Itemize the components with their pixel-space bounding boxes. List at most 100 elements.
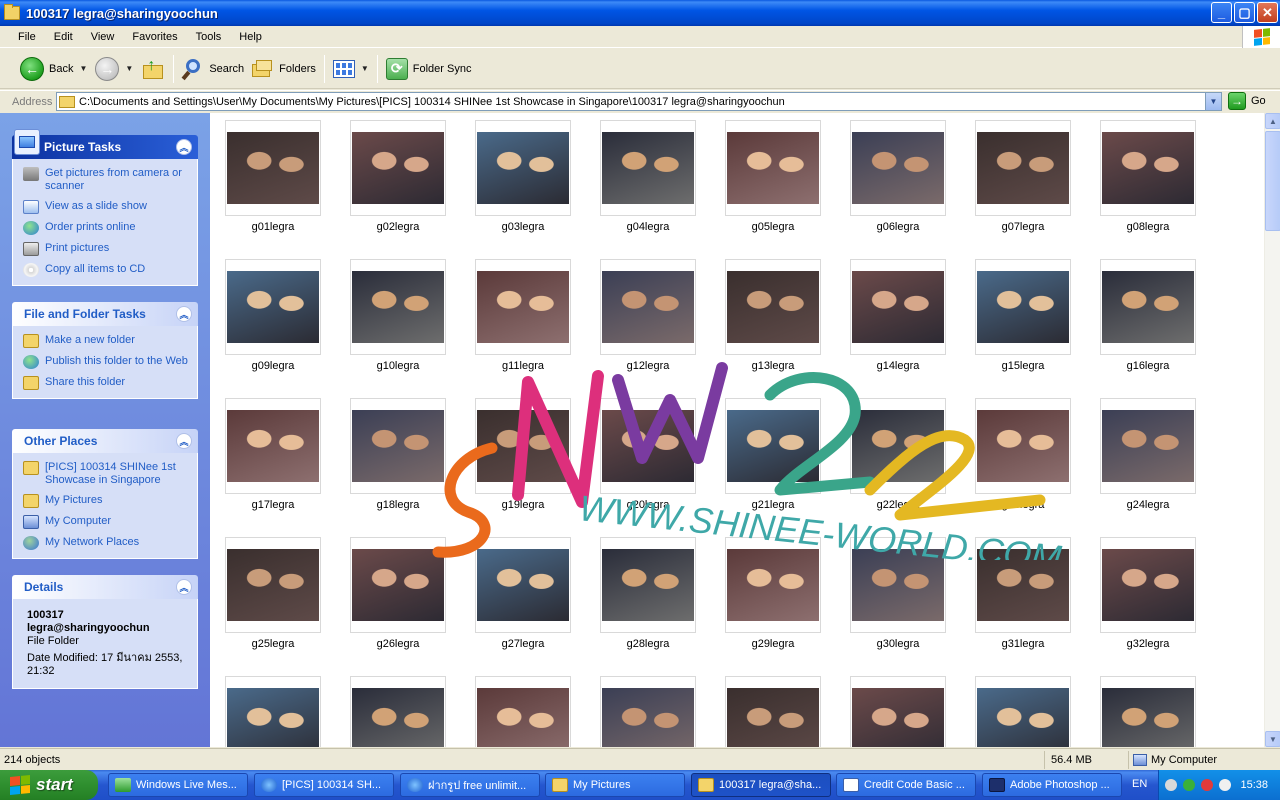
file-thumbnail[interactable] — [225, 537, 321, 633]
taskbar-item-current-folder[interactable]: 100317 legra@sha... — [691, 773, 831, 797]
chevron-down-icon[interactable]: ▼ — [125, 64, 133, 73]
file-name[interactable]: g06legra — [838, 221, 958, 233]
collapse-chevron-icon[interactable]: ︽ — [176, 306, 192, 322]
file-name[interactable]: g03legra — [463, 221, 583, 233]
chevron-down-icon[interactable]: ▼ — [79, 64, 87, 73]
file-thumbnail[interactable] — [600, 537, 696, 633]
minimize-button[interactable]: _ — [1211, 2, 1232, 23]
file-thumbnail[interactable] — [850, 120, 946, 216]
task-slide-show[interactable]: View as a slide show — [23, 200, 191, 214]
file-name[interactable]: g25legra — [213, 638, 333, 650]
taskbar-item-credit-code[interactable]: Credit Code Basic ... — [836, 773, 976, 797]
menu-favorites[interactable]: Favorites — [123, 26, 186, 48]
file-name[interactable]: g15legra — [963, 360, 1083, 372]
views-button[interactable]: ▼ — [329, 52, 373, 86]
file-thumbnail[interactable] — [975, 120, 1071, 216]
file-name[interactable]: g09legra — [213, 360, 333, 372]
clock[interactable]: 15:38 — [1240, 779, 1268, 791]
place-my-computer[interactable]: My Computer — [23, 515, 191, 529]
task-copy-cd[interactable]: Copy all items to CD — [23, 263, 191, 277]
volume-icon[interactable] — [1219, 779, 1231, 791]
address-path[interactable]: C:\Documents and Settings\User\My Docume… — [79, 96, 1205, 108]
task-print-pictures[interactable]: Print pictures — [23, 242, 191, 256]
file-name[interactable]: g16legra — [1088, 360, 1208, 372]
file-name[interactable]: g13legra — [713, 360, 833, 372]
tray-icon[interactable] — [1183, 779, 1195, 791]
file-name[interactable]: g11legra — [463, 360, 583, 372]
scroll-thumb[interactable] — [1265, 131, 1280, 231]
file-thumbnail[interactable] — [975, 676, 1071, 747]
file-view[interactable]: g01legra g02legra g03legra g04legra g05legra… — [210, 113, 1264, 747]
file-thumbnail[interactable] — [600, 676, 696, 747]
file-name[interactable]: g23legra — [963, 499, 1083, 511]
file-thumbnail[interactable] — [600, 120, 696, 216]
folders-button[interactable]: Folders — [248, 52, 320, 86]
file-thumbnail[interactable] — [850, 537, 946, 633]
back-button[interactable]: ← Back ▼ — [16, 52, 91, 86]
file-name[interactable]: g19legra — [463, 499, 583, 511]
vertical-scrollbar[interactable]: ▲ ▼ — [1264, 113, 1280, 747]
file-name[interactable]: g07legra — [963, 221, 1083, 233]
file-thumbnail[interactable] — [225, 676, 321, 747]
file-thumbnail[interactable] — [725, 398, 821, 494]
file-thumbnail[interactable] — [475, 537, 571, 633]
file-thumbnail[interactable] — [225, 120, 321, 216]
file-name[interactable]: g24legra — [1088, 499, 1208, 511]
file-name[interactable]: g01legra — [213, 221, 333, 233]
task-order-prints[interactable]: Order prints online — [23, 221, 191, 235]
taskbar-item-ie-pics[interactable]: [PICS] 100314 SH... — [254, 773, 394, 797]
file-thumbnail[interactable] — [350, 676, 446, 747]
file-name[interactable]: g21legra — [713, 499, 833, 511]
file-thumbnail[interactable] — [1100, 398, 1196, 494]
file-thumbnail[interactable] — [725, 676, 821, 747]
file-name[interactable]: g26legra — [338, 638, 458, 650]
file-name[interactable]: g30legra — [838, 638, 958, 650]
file-thumbnail[interactable] — [975, 537, 1071, 633]
file-name[interactable]: g28legra — [588, 638, 708, 650]
file-thumbnail[interactable] — [850, 398, 946, 494]
task-new-folder[interactable]: Make a new folder — [23, 334, 191, 348]
collapse-chevron-icon[interactable]: ︽ — [176, 579, 192, 595]
maximize-button[interactable]: ▢ — [1234, 2, 1255, 23]
address-input[interactable]: C:\Documents and Settings\User\My Docume… — [56, 92, 1222, 111]
taskbar-item-my-pictures[interactable]: My Pictures — [545, 773, 685, 797]
task-get-pictures[interactable]: Get pictures from camera or scanner — [23, 167, 191, 193]
tray-icon[interactable] — [1201, 779, 1213, 791]
start-button[interactable]: start — [0, 770, 98, 800]
taskbar-item-messenger[interactable]: Windows Live Mes... — [108, 773, 248, 797]
file-thumbnail[interactable] — [350, 120, 446, 216]
file-name[interactable]: g14legra — [838, 360, 958, 372]
taskbar-item-photoshop[interactable]: Adobe Photoshop ... — [982, 773, 1122, 797]
file-thumbnail[interactable] — [1100, 676, 1196, 747]
file-thumbnail[interactable] — [350, 398, 446, 494]
file-name[interactable]: g12legra — [588, 360, 708, 372]
file-thumbnail[interactable] — [1100, 120, 1196, 216]
file-name[interactable]: g17legra — [213, 499, 333, 511]
close-button[interactable]: ✕ — [1257, 2, 1278, 23]
go-button[interactable]: → Go — [1228, 92, 1266, 110]
chevron-down-icon[interactable]: ▼ — [1205, 93, 1221, 110]
file-name[interactable]: g05legra — [713, 221, 833, 233]
language-indicator[interactable]: EN — [1132, 778, 1147, 790]
tray-icon[interactable] — [1165, 779, 1177, 791]
file-thumbnail[interactable] — [350, 537, 446, 633]
file-thumbnail[interactable] — [1100, 537, 1196, 633]
file-folder-tasks-header[interactable]: File and Folder Tasks ︽ — [12, 302, 198, 326]
file-thumbnail[interactable] — [975, 259, 1071, 355]
file-thumbnail[interactable] — [850, 259, 946, 355]
file-thumbnail[interactable] — [725, 120, 821, 216]
collapse-chevron-icon[interactable]: ︽ — [176, 433, 192, 449]
details-header[interactable]: Details ︽ — [12, 575, 198, 599]
taskbar-item-ie-upload[interactable]: ฝากรูป free unlimit... — [400, 773, 540, 797]
file-thumbnail[interactable] — [475, 259, 571, 355]
search-button[interactable]: Search — [178, 52, 248, 86]
file-thumbnail[interactable] — [225, 259, 321, 355]
file-thumbnail[interactable] — [1100, 259, 1196, 355]
forward-button[interactable]: → ▼ — [91, 52, 137, 86]
place-my-pictures[interactable]: My Pictures — [23, 494, 191, 508]
file-name[interactable]: g02legra — [338, 221, 458, 233]
title-bar[interactable]: 100317 legra@sharingyoochun _ ▢ ✕ — [0, 0, 1280, 26]
up-button[interactable]: ↑ — [137, 52, 169, 86]
file-name[interactable]: g18legra — [338, 499, 458, 511]
file-name[interactable]: g10legra — [338, 360, 458, 372]
